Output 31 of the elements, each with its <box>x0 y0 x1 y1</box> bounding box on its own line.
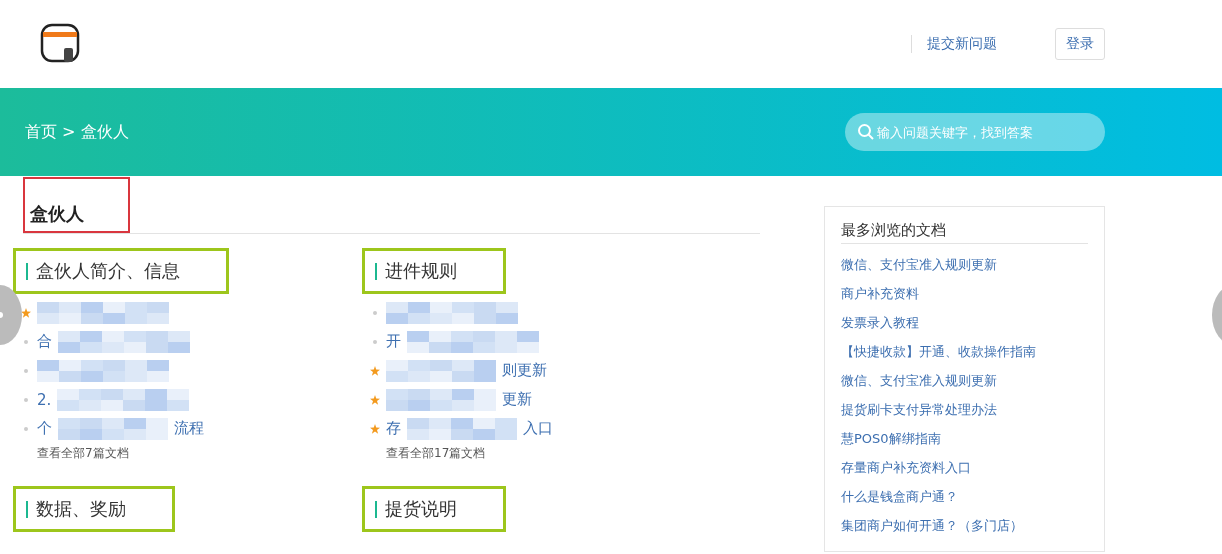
article-link[interactable]: 入口 <box>523 419 553 438</box>
article-link[interactable]: 个 <box>37 419 52 438</box>
document-link[interactable]: 慧POS0解绑指南 <box>841 424 1088 453</box>
section-heading: 进件规则 <box>362 248 506 294</box>
breadcrumb: 首页 > 盒伙人 <box>25 121 129 143</box>
section-heading: 盒伙人简介、信息 <box>13 248 229 294</box>
submit-question-link[interactable]: 提交新问题 <box>927 35 997 53</box>
article-link[interactable]: 则更新 <box>502 361 547 380</box>
article-link[interactable]: 合 <box>37 332 52 351</box>
search-icon <box>857 123 875 141</box>
section-heading: 提货说明 <box>362 486 506 532</box>
document-link[interactable]: 提货刷卡支付异常处理办法 <box>841 395 1088 424</box>
section-heading: 数据、奖励 <box>13 486 175 532</box>
document-link[interactable]: 微信、支付宝准入规则更新 <box>841 366 1088 395</box>
article-link[interactable]: 开 <box>386 332 401 351</box>
document-link[interactable]: 存量商户补充资料入口 <box>841 453 1088 482</box>
document-link[interactable]: 发票录入教程 <box>841 308 1088 337</box>
category-title: 盒伙人 <box>30 202 84 226</box>
document-link[interactable]: 商户补充资料 <box>841 279 1088 308</box>
article-link[interactable]: 流程 <box>174 419 204 438</box>
document-link[interactable]: 【快捷收款】开通、收款操作指南 <box>841 337 1088 366</box>
document-link[interactable]: 什么是钱盒商户通？ <box>841 482 1088 511</box>
view-all-link[interactable]: 查看全部7篇文档 <box>37 445 362 462</box>
document-link[interactable]: 微信、支付宝准入规则更新 <box>841 250 1088 279</box>
article-link[interactable]: 2. <box>37 390 52 409</box>
login-button[interactable]: 登录 <box>1055 28 1105 60</box>
card-title: 最多浏览的文档 <box>841 217 1088 244</box>
article-link[interactable]: 更新 <box>502 390 532 409</box>
document-link[interactable]: 集团商户如何开通？（多门店） <box>841 511 1088 540</box>
view-all-link[interactable]: 查看全部17篇文档 <box>386 445 711 462</box>
article-link[interactable]: 存 <box>386 419 401 438</box>
